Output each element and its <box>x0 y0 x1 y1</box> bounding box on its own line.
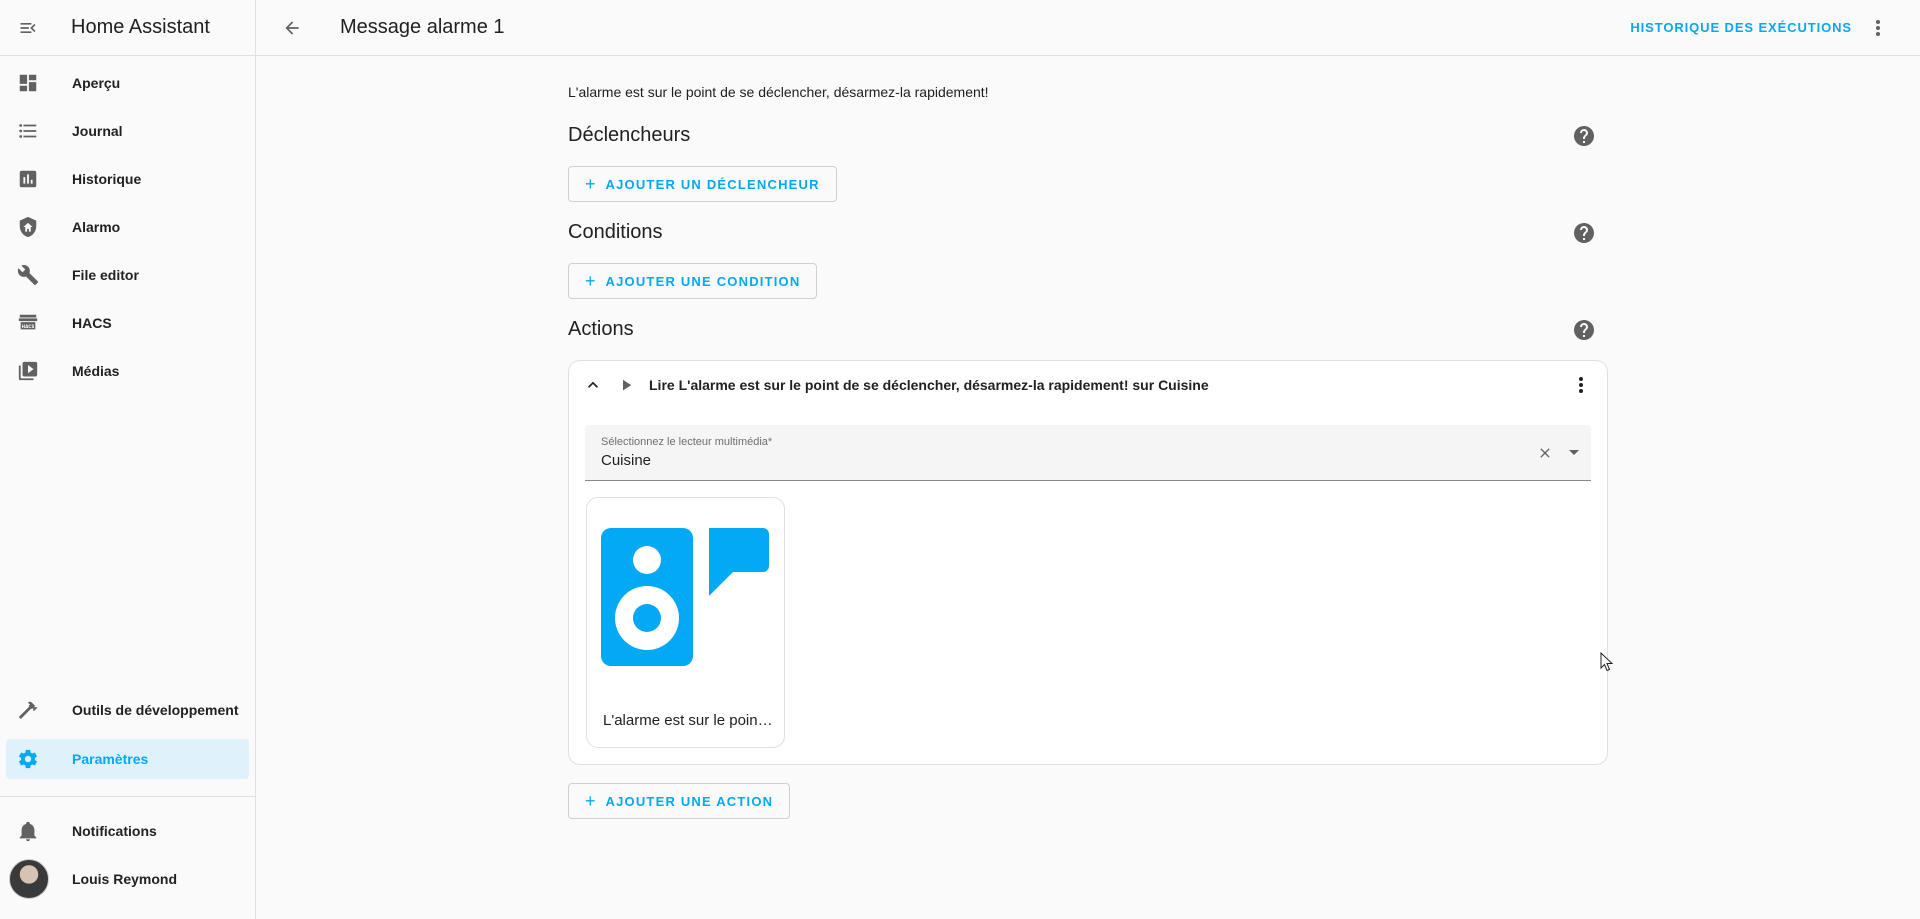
avatar <box>9 859 49 899</box>
clear-selection-button[interactable] <box>1537 445 1553 466</box>
sidebar-item-label: Journal <box>72 123 123 139</box>
automation-description: L'alarme est sur le point de se déclench… <box>568 84 989 100</box>
triggers-help-button[interactable] <box>1572 124 1596 153</box>
chart-icon <box>19 170 37 188</box>
close-icon <box>1540 448 1550 458</box>
bell-icon <box>19 821 37 842</box>
media-player-select[interactable]: Sélectionnez le lecteur multimédia* Cuis… <box>585 425 1591 481</box>
sidebar-item-alarmo[interactable]: Alarmo <box>6 207 249 247</box>
sidebar-item-label: File editor <box>72 267 139 283</box>
add-trigger-button[interactable]: + AJOUTER UN DÉCLENCHEUR <box>568 166 837 202</box>
sidebar-header: Home Assistant <box>0 0 255 56</box>
play-icon <box>623 379 632 391</box>
hammer-icon <box>18 701 38 719</box>
hacs-store-icon: HACS <box>18 314 38 330</box>
sidebar-item-file-editor[interactable]: File editor <box>6 255 249 295</box>
menu-open-icon <box>20 22 36 33</box>
sidebar-item-label: Aperçu <box>72 75 121 91</box>
actions-heading: Actions <box>568 318 634 340</box>
back-button[interactable] <box>264 0 320 56</box>
speaker-message-icon <box>601 528 769 666</box>
sidebar-item-label: Paramètres <box>72 751 149 767</box>
media-player-select-value: Cuisine <box>601 452 652 469</box>
media-item-caption: L'alarme est sur le point de se déclench… <box>603 712 775 729</box>
arrow-left-icon <box>285 20 299 35</box>
sidebar-divider <box>0 796 256 797</box>
list-icon <box>19 124 37 138</box>
sidebar-item-label: Notifications <box>72 823 157 839</box>
add-trigger-label: AJOUTER UN DÉCLENCHEUR <box>605 176 820 192</box>
help-circle-icon <box>1574 126 1594 146</box>
triggers-heading: Déclencheurs <box>568 124 691 146</box>
shield-home-icon <box>19 216 37 238</box>
sidebar-item-historique[interactable]: Historique <box>6 159 249 199</box>
media-item-tile[interactable]: L'alarme est sur le point de se déclench… <box>586 497 785 748</box>
dashboard-icon <box>19 74 37 92</box>
top-app-bar: Message alarme 1 HISTORIQUE DES EXÉCUTIO… <box>256 0 1920 56</box>
sidebar-item-label: Historique <box>72 171 142 187</box>
action-title: Lire L'alarme est sur le point de se déc… <box>649 377 1209 393</box>
gear-icon <box>19 749 37 769</box>
history-button[interactable]: HISTORIQUE DES EXÉCUTIONS <box>1630 20 1852 35</box>
menu-toggle-button[interactable] <box>0 0 56 56</box>
dots-vertical-icon <box>1579 377 1583 393</box>
sidebar-item-parametres[interactable]: Paramètres <box>6 739 249 779</box>
sidebar-item-notifications[interactable]: Notifications <box>6 811 249 851</box>
chevron-up-icon <box>588 381 598 388</box>
page-title: Message alarme 1 <box>340 16 505 38</box>
actions-help-button[interactable] <box>1572 318 1596 347</box>
dropdown-arrow-icon[interactable] <box>1569 450 1579 455</box>
conditions-help-button[interactable] <box>1572 221 1596 250</box>
help-circle-icon <box>1574 223 1594 243</box>
play-box-icon <box>18 361 38 381</box>
add-action-label: AJOUTER UNE ACTION <box>605 793 774 809</box>
svg-text:HACS: HACS <box>22 324 35 329</box>
sidebar-item-hacs[interactable]: HACS HACS <box>6 303 249 343</box>
sidebar-item-medias[interactable]: Médias <box>6 351 249 391</box>
mouse-cursor-icon <box>1600 652 1614 672</box>
overflow-menu-button[interactable] <box>1866 16 1890 45</box>
sidebar-item-journal[interactable]: Journal <box>6 111 249 151</box>
sidebar: Home Assistant Aperçu Journal Historique… <box>0 0 256 919</box>
action-card-header[interactable]: Lire L'alarme est sur le point de se déc… <box>569 361 1607 409</box>
action-overflow-button[interactable] <box>1569 373 1593 402</box>
media-player-select-label: Sélectionnez le lecteur multimédia* <box>601 436 773 448</box>
conditions-heading: Conditions <box>568 221 663 243</box>
help-circle-icon <box>1574 320 1594 340</box>
app-title: Home Assistant <box>71 16 210 38</box>
dots-vertical-icon <box>1876 20 1880 36</box>
sidebar-item-label: Alarmo <box>72 219 121 235</box>
plus-icon: + <box>585 174 596 194</box>
sidebar-item-user[interactable]: Louis Reymond <box>6 859 249 899</box>
run-action-button[interactable] <box>614 373 638 397</box>
plus-icon: + <box>585 271 596 291</box>
sidebar-item-label: Outils de développement <box>72 702 239 718</box>
plus-icon: + <box>585 791 596 811</box>
sidebar-item-dev-tools[interactable]: Outils de développement <box>6 690 249 730</box>
sidebar-item-label: Louis Reymond <box>72 871 178 887</box>
add-condition-button[interactable]: + AJOUTER UNE CONDITION <box>568 263 818 299</box>
add-condition-label: AJOUTER UNE CONDITION <box>605 273 801 289</box>
sidebar-item-label: Médias <box>72 363 120 379</box>
add-action-button[interactable]: + AJOUTER UNE ACTION <box>568 783 791 819</box>
action-card: Lire L'alarme est sur le point de se déc… <box>568 360 1608 765</box>
sidebar-item-apercu[interactable]: Aperçu <box>6 63 249 103</box>
wrench-icon <box>17 265 39 286</box>
sidebar-item-label: HACS <box>72 315 112 331</box>
collapse-button[interactable] <box>581 373 605 397</box>
